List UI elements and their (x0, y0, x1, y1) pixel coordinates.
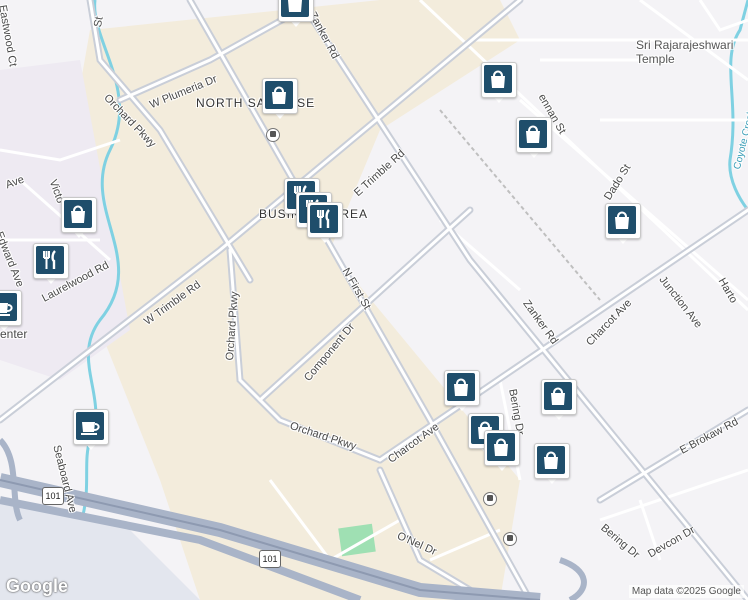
shopping-bag-icon (491, 70, 505, 88)
map-base-layer (0, 0, 748, 600)
shopping-pin-se-4[interactable] (534, 443, 570, 487)
restaurant-pin-left[interactable] (33, 243, 69, 287)
restaurant-icon (317, 209, 330, 228)
highway-shield-101-west: 101 (42, 487, 64, 505)
shopping-pin-north-sj[interactable] (262, 78, 298, 122)
shopping-bag-icon (526, 125, 540, 143)
transit-stop-icon[interactable] (266, 128, 280, 142)
cafe-pin-left[interactable] (0, 290, 22, 334)
shopping-pin-se-1[interactable] (541, 379, 577, 423)
cafe-pin-south[interactable] (73, 409, 109, 453)
street-label-orchard-north-top: St (92, 15, 106, 29)
google-logo: Google (6, 576, 68, 596)
shopping-bag-icon (454, 378, 468, 396)
restaurant-icon (43, 250, 56, 269)
shopping-bag-icon (544, 451, 558, 469)
coffee-icon (81, 422, 100, 435)
shopping-pin-se-3[interactable] (484, 430, 520, 474)
shopping-bag-icon (551, 387, 565, 405)
shopping-pin-left[interactable] (61, 197, 97, 241)
coffee-icon (0, 303, 13, 316)
poi-label-temple: Sri Rajarajeshwari Temple (636, 38, 734, 66)
shopping-pin-dado[interactable] (605, 203, 641, 247)
transit-stop-icon[interactable] (503, 532, 517, 546)
highway-shield-101-east: 101 (259, 550, 281, 568)
shopping-bag-icon (71, 205, 85, 223)
shopping-pin-ne-2[interactable] (516, 117, 552, 161)
shopping-bag-icon (288, 0, 302, 12)
transit-stop-icon[interactable] (483, 492, 497, 506)
shopping-bag-icon (272, 86, 286, 104)
map-canvas[interactable]: NORTH SAN JOSE BUSINESS AREA enter Zanke… (0, 0, 748, 600)
shopping-bag-icon (615, 211, 629, 229)
shopping-pin-charcot[interactable] (444, 370, 480, 414)
restaurant-pin-cluster-3[interactable] (307, 202, 343, 246)
shopping-pin-ne-1[interactable] (481, 62, 517, 106)
map-attribution[interactable]: Map data ©2025 Google (628, 585, 744, 598)
shopping-bag-icon (494, 438, 508, 456)
shopping-pin-top[interactable] (278, 0, 314, 30)
